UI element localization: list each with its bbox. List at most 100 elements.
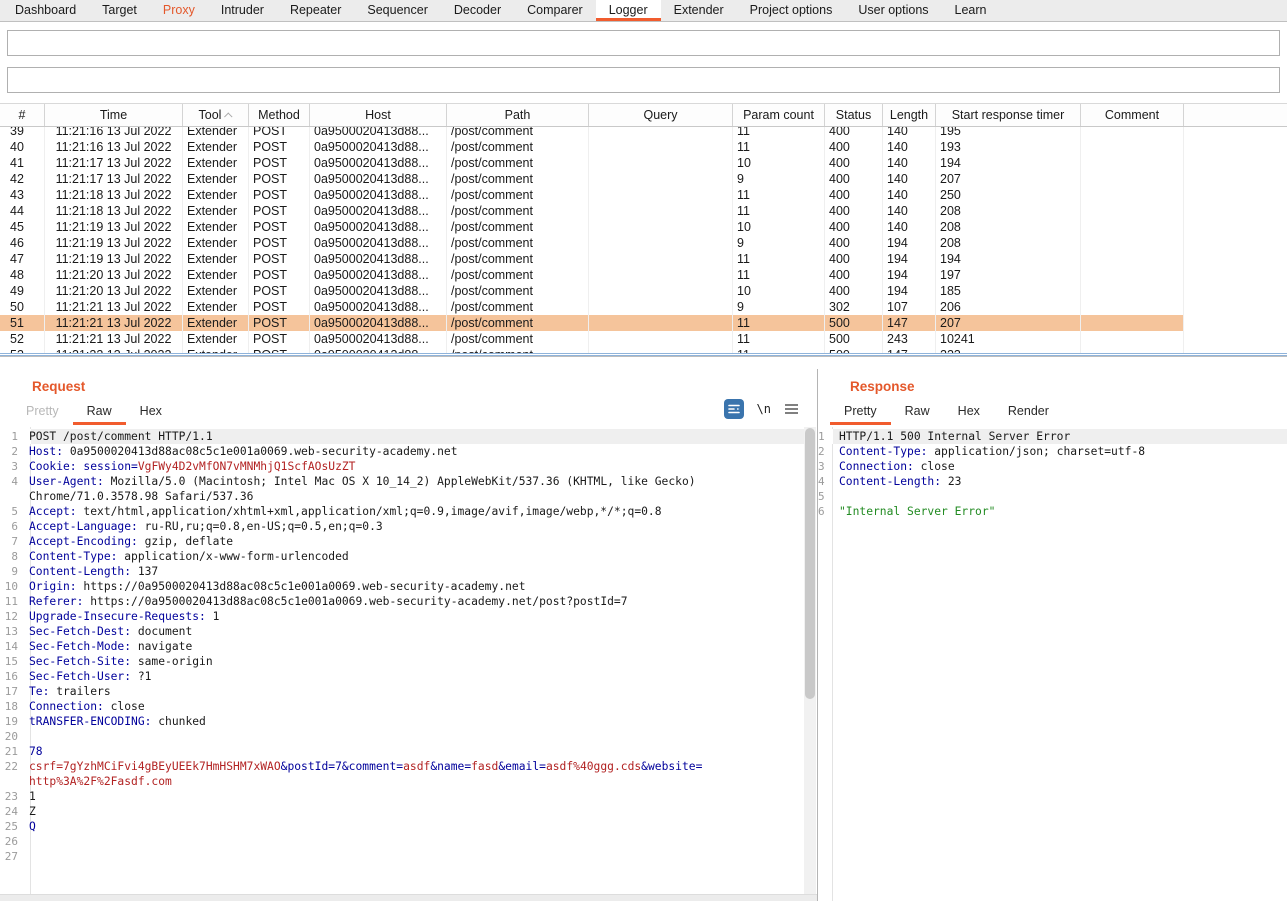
view-filter-bar[interactable]: View filter: Showing all items xyxy=(7,67,1280,93)
code-line: 2Host: 0a9500020413d88ac08c5c1e001a0069.… xyxy=(0,444,805,459)
cell-time: 11:21:18 13 Jul 2022 xyxy=(45,203,183,219)
cell-start-response-timer: 208 xyxy=(936,219,1081,235)
column-header-comment[interactable]: Comment xyxy=(1081,104,1184,126)
cell-: 42 xyxy=(0,171,45,187)
column-header-status[interactable]: Status xyxy=(825,104,883,126)
cell-host: 0a9500020413d88... xyxy=(310,155,447,171)
code-line: 17Te: trailers xyxy=(0,684,805,699)
cell-query xyxy=(589,347,733,353)
response-tab-hex[interactable]: Hex xyxy=(944,402,994,425)
table-row[interactable]: 4211:21:17 13 Jul 2022ExtenderPOST0a9500… xyxy=(0,171,1287,187)
menu-tab-project-options[interactable]: Project options xyxy=(737,0,846,21)
table-row[interactable]: 4511:21:19 13 Jul 2022ExtenderPOST0a9500… xyxy=(0,219,1287,235)
response-tab-pretty[interactable]: Pretty xyxy=(830,402,891,425)
cell-length: 140 xyxy=(883,219,936,235)
menu-tab-comparer[interactable]: Comparer xyxy=(514,0,596,21)
cell-tool: Extender xyxy=(183,251,249,267)
menu-tab-user-options[interactable]: User options xyxy=(845,0,941,21)
column-header-start-response-timer[interactable]: Start response timer xyxy=(936,104,1081,126)
cell-: 49 xyxy=(0,283,45,299)
cell-: 45 xyxy=(0,219,45,235)
cell-host: 0a9500020413d88... xyxy=(310,171,447,187)
request-tab-hex[interactable]: Hex xyxy=(126,402,176,425)
menu-tab-repeater[interactable]: Repeater xyxy=(277,0,354,21)
menu-tab-proxy[interactable]: Proxy xyxy=(150,0,208,21)
table-row[interactable]: 4411:21:18 13 Jul 2022ExtenderPOST0a9500… xyxy=(0,203,1287,219)
cell-comment xyxy=(1081,235,1184,251)
request-tab-pretty[interactable]: Pretty xyxy=(12,402,73,425)
code-line: 1HTTP/1.1 500 Internal Server Error xyxy=(818,429,1287,444)
cell-status: 500 xyxy=(825,315,883,331)
line-text: 1 xyxy=(25,789,805,804)
cell-status: 400 xyxy=(825,187,883,203)
cell-tool: Extender xyxy=(183,155,249,171)
cell-comment xyxy=(1081,283,1184,299)
response-editor[interactable]: 1HTTP/1.1 500 Internal Server Error2Cont… xyxy=(818,427,1287,901)
column-header-method[interactable]: Method xyxy=(249,104,310,126)
menu-tab-learn[interactable]: Learn xyxy=(942,0,1000,21)
column-header-time[interactable]: Time xyxy=(45,104,183,126)
cell-method: POST xyxy=(249,267,310,283)
table-row[interactable]: 4311:21:18 13 Jul 2022ExtenderPOST0a9500… xyxy=(0,187,1287,203)
column-header-query[interactable]: Query xyxy=(589,104,733,126)
cell-time: 11:21:19 13 Jul 2022 xyxy=(45,235,183,251)
cell-length: 140 xyxy=(883,171,936,187)
cell-path: /post/comment xyxy=(447,283,589,299)
table-row[interactable]: 4111:21:17 13 Jul 2022ExtenderPOST0a9500… xyxy=(0,155,1287,171)
response-tab-render[interactable]: Render xyxy=(994,402,1063,425)
column-header-tool[interactable]: Tool xyxy=(183,104,249,126)
menu-tab-intruder[interactable]: Intruder xyxy=(208,0,277,21)
response-tab-raw[interactable]: Raw xyxy=(891,402,944,425)
code-line: 3Connection: close xyxy=(818,459,1287,474)
line-text xyxy=(828,489,1287,504)
code-line: 13Sec-Fetch-Dest: document xyxy=(0,624,805,639)
request-vertical-scrollbar[interactable] xyxy=(804,427,816,894)
cell-length: 140 xyxy=(883,155,936,171)
cell-comment xyxy=(1081,299,1184,315)
table-row[interactable]: 5311:21:22 13 Jul 2022ExtenderPOST0a9500… xyxy=(0,347,1287,353)
column-header-path[interactable]: Path xyxy=(447,104,589,126)
table-row[interactable]: 5011:21:21 13 Jul 2022ExtenderPOST0a9500… xyxy=(0,299,1287,315)
capture-filter-bar[interactable]: Capture filter: Logger memory limit set … xyxy=(7,30,1280,56)
cell-tool: Extender xyxy=(183,127,249,139)
split-divider[interactable] xyxy=(0,353,1287,369)
code-line: 11Referer: https://0a9500020413d88ac08c5… xyxy=(0,594,805,609)
request-tab-raw[interactable]: Raw xyxy=(73,402,126,425)
editor-menu-icon[interactable] xyxy=(784,403,799,415)
table-row[interactable]: 4011:21:16 13 Jul 2022ExtenderPOST0a9500… xyxy=(0,139,1287,155)
column-header-param-count[interactable]: Param count xyxy=(733,104,825,126)
cell-: 50 xyxy=(0,299,45,315)
column-header-length[interactable]: Length xyxy=(883,104,936,126)
newline-toggle-icon[interactable]: \n xyxy=(757,402,771,416)
menu-tab-target[interactable]: Target xyxy=(89,0,150,21)
line-number: 8 xyxy=(0,549,24,564)
column-header-[interactable]: # xyxy=(0,104,45,126)
menu-tab-sequencer[interactable]: Sequencer xyxy=(354,0,440,21)
cell-param-count: 10 xyxy=(733,155,825,171)
table-row[interactable]: 4611:21:19 13 Jul 2022ExtenderPOST0a9500… xyxy=(0,235,1287,251)
code-line: 6Accept-Language: ru-RU,ru;q=0.8,en-US;q… xyxy=(0,519,805,534)
code-line: 1POST /post/comment HTTP/1.1 xyxy=(0,429,805,444)
cell-param-count: 9 xyxy=(733,299,825,315)
table-row[interactable]: 5111:21:21 13 Jul 2022ExtenderPOST0a9500… xyxy=(0,315,1287,331)
cell-: 46 xyxy=(0,235,45,251)
menu-tab-decoder[interactable]: Decoder xyxy=(441,0,514,21)
table-row[interactable]: 3911:21:16 13 Jul 2022ExtenderPOST0a9500… xyxy=(0,127,1287,139)
cell-host: 0a9500020413d88... xyxy=(310,315,447,331)
table-row[interactable]: 4911:21:20 13 Jul 2022ExtenderPOST0a9500… xyxy=(0,283,1287,299)
cell-status: 500 xyxy=(825,347,883,353)
line-text: Referer: https://0a9500020413d88ac08c5c1… xyxy=(25,594,805,609)
menu-tab-dashboard[interactable]: Dashboard xyxy=(2,0,89,21)
line-number: 1 xyxy=(0,429,24,444)
table-row[interactable]: 4811:21:20 13 Jul 2022ExtenderPOST0a9500… xyxy=(0,267,1287,283)
menu-tab-extender[interactable]: Extender xyxy=(661,0,737,21)
request-title: Request xyxy=(32,379,817,396)
column-header-host[interactable]: Host xyxy=(310,104,447,126)
line-number: 18 xyxy=(0,699,24,714)
table-row[interactable]: 5211:21:21 13 Jul 2022ExtenderPOST0a9500… xyxy=(0,331,1287,347)
line-text: tRANSFER-ENCODING: chunked xyxy=(25,714,805,729)
menu-tab-logger[interactable]: Logger xyxy=(596,0,661,21)
table-row[interactable]: 4711:21:19 13 Jul 2022ExtenderPOST0a9500… xyxy=(0,251,1287,267)
request-editor[interactable]: 1POST /post/comment HTTP/1.12Host: 0a950… xyxy=(0,427,817,901)
prettify-icon[interactable] xyxy=(724,399,744,419)
